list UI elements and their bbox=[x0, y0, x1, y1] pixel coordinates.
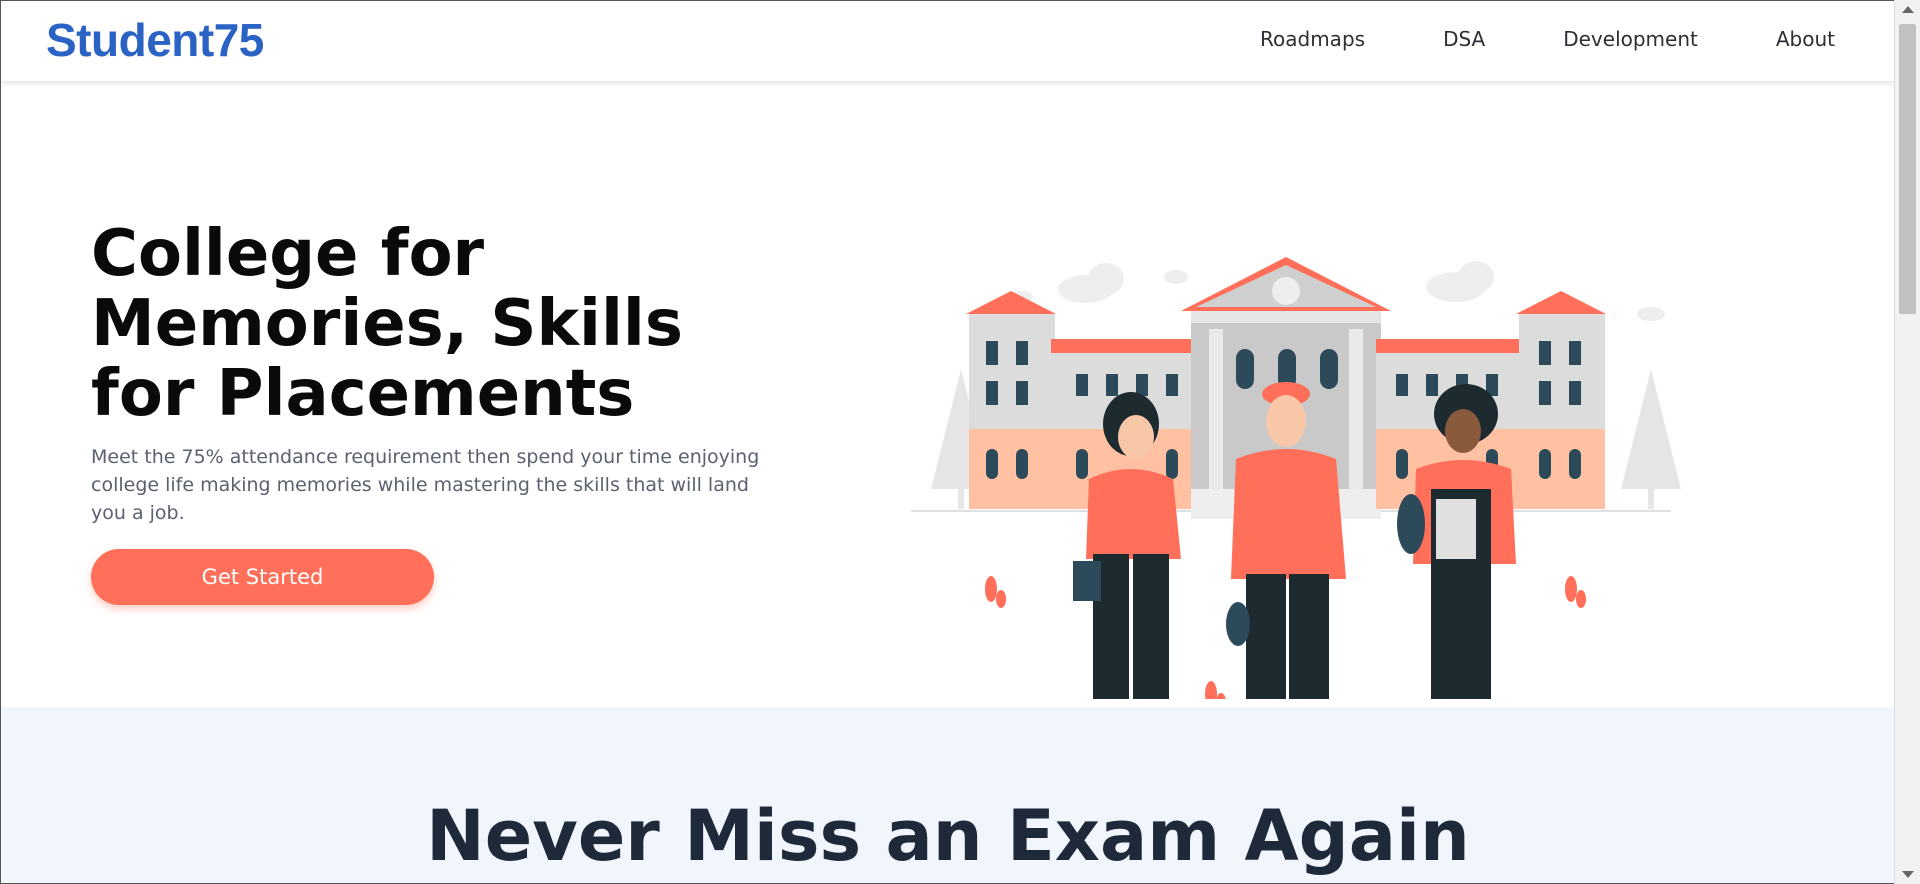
nav-roadmaps[interactable]: Roadmaps bbox=[1260, 27, 1365, 51]
brand-logo[interactable]: Student75 bbox=[46, 13, 264, 67]
exam-section: Never Miss an Exam Again bbox=[1, 707, 1894, 883]
hero-subtitle: Meet the 75% attendance requirement then… bbox=[91, 446, 760, 524]
get-started-button[interactable]: Get Started bbox=[91, 549, 434, 605]
hero-title: College for Memories, Skills for Placeme… bbox=[91, 217, 683, 431]
students-college-illustration bbox=[911, 257, 1681, 699]
scroll-down-arrow-icon[interactable] bbox=[1902, 871, 1914, 878]
exam-section-heading: Never Miss an Exam Again bbox=[426, 795, 1470, 877]
main-nav: Roadmaps DSA Development About bbox=[1260, 27, 1835, 51]
page: Student75 Roadmaps DSA Development About… bbox=[0, 0, 1894, 884]
navbar: Student75 Roadmaps DSA Development About bbox=[1, 1, 1894, 81]
vertical-scrollbar[interactable] bbox=[1894, 0, 1920, 884]
nav-about[interactable]: About bbox=[1776, 27, 1835, 51]
nav-dsa[interactable]: DSA bbox=[1443, 27, 1485, 51]
hero-section: College for Memories, Skills for Placeme… bbox=[1, 81, 1894, 707]
scroll-thumb[interactable] bbox=[1899, 24, 1916, 314]
scroll-up-arrow-icon[interactable] bbox=[1902, 6, 1914, 13]
nav-development[interactable]: Development bbox=[1563, 27, 1698, 51]
